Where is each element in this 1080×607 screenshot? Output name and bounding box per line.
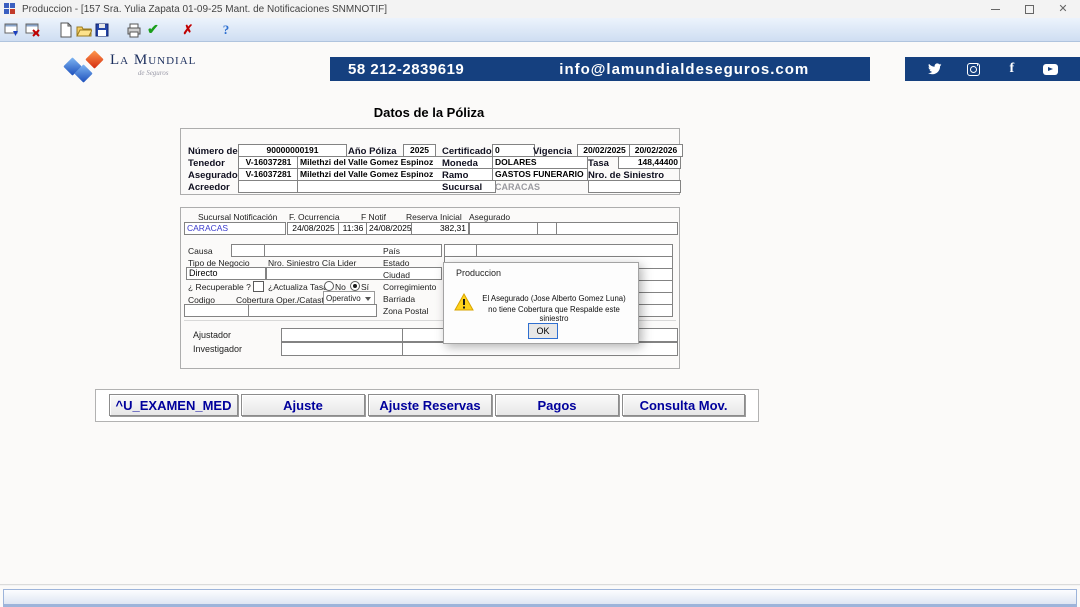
instagram-icon[interactable] xyxy=(964,61,982,77)
policy-groupbox: Número de 90000000191 Año Póliza 2025 Ce… xyxy=(180,128,680,195)
confirm-check-icon[interactable]: ✔ xyxy=(144,21,162,38)
corregimiento-label: Corregimiento xyxy=(383,282,436,292)
f-notif-label: F Notif xyxy=(361,212,386,222)
new-document-icon[interactable] xyxy=(57,21,75,38)
window-delete-icon[interactable] xyxy=(24,21,42,38)
close-button[interactable]: ✕ xyxy=(1046,0,1080,18)
estado-label: Estado xyxy=(383,258,409,268)
social-bar: f xyxy=(905,57,1080,81)
asegurado-code-field[interactable] xyxy=(469,222,538,235)
asegurado-small-field[interactable] xyxy=(537,222,557,235)
barriada-label: Barriada xyxy=(383,294,415,304)
title-bar: Produccion - [157 Sra. Yulia Zapata 01-0… xyxy=(0,0,1080,19)
codigo-field[interactable] xyxy=(184,304,249,317)
action-button-bar: ^U_EXAMEN_MED Ajuste Ajuste Reservas Pag… xyxy=(95,389,759,422)
window-screen-icon[interactable] xyxy=(3,21,21,38)
sucursal-notif-field[interactable]: CARACAS xyxy=(184,222,286,235)
consulta-mov-button[interactable]: Consulta Mov. xyxy=(622,394,745,416)
bottom-divider xyxy=(0,584,1080,586)
tenedor-label: Tenedor xyxy=(188,158,225,169)
sucursal-label: Sucursal xyxy=(442,182,482,193)
acreedor-id-field[interactable] xyxy=(238,180,299,193)
asegurado-notif-label: Asegurado xyxy=(469,212,510,222)
hora-field[interactable]: 11:36 xyxy=(338,222,368,235)
causa-desc-field[interactable] xyxy=(264,244,442,257)
f-ocurrencia-field[interactable]: 24/08/2025 xyxy=(287,222,340,235)
recuperable-label: ¿ Recuperable ? xyxy=(188,282,251,292)
ajuste-button[interactable]: Ajuste xyxy=(241,394,365,416)
reserva-field[interactable]: 382,31 xyxy=(411,222,469,235)
pais-label: País xyxy=(383,246,400,256)
tipo-negocio-field[interactable]: Directo xyxy=(186,267,266,280)
actualiza-no-radio[interactable] xyxy=(324,281,334,291)
logo-title: La Mundial xyxy=(110,52,196,69)
sucursal-notif-label: Sucursal Notificación xyxy=(198,212,277,222)
causa-code-field[interactable] xyxy=(231,244,265,257)
numero-label: Número de xyxy=(188,146,238,157)
application-window: Produccion - [157 Sra. Yulia Zapata 01-0… xyxy=(0,0,1080,607)
delete-x-icon[interactable]: ✗ xyxy=(179,21,197,38)
actualiza-si-radio[interactable] xyxy=(350,281,360,291)
twitter-icon[interactable] xyxy=(926,61,944,77)
window-title: Produccion - [157 Sra. Yulia Zapata 01-0… xyxy=(22,4,387,15)
nro-siniestro-field[interactable] xyxy=(588,180,681,193)
toolbar: ✔ ✗ ? xyxy=(0,18,1080,42)
ajustador-code-field[interactable] xyxy=(281,328,405,342)
ajuste-reservas-button[interactable]: Ajuste Reservas xyxy=(368,394,492,416)
ramo-field[interactable]: GASTOS FUNERARIO xyxy=(492,168,588,181)
youtube-icon[interactable] xyxy=(1041,61,1059,77)
asegurado-label: Asegurado xyxy=(188,170,238,181)
reserva-label: Reserva Inicial xyxy=(406,212,462,222)
tasa-label: Tasa xyxy=(588,158,609,169)
ok-button[interactable]: OK xyxy=(528,323,558,339)
app-icon xyxy=(4,3,16,15)
status-bar xyxy=(3,589,1077,607)
zona-postal-label: Zona Postal xyxy=(383,306,428,316)
ciudad-label: Ciudad xyxy=(383,270,410,280)
nro-siniestro-cia-field[interactable] xyxy=(266,267,442,280)
message-dialog: Produccion El Asegurado (Jose Alberto Go… xyxy=(443,262,639,344)
dialog-message-line2: no tiene Cobertura que Respalde este sin… xyxy=(474,305,634,323)
restore-button[interactable] xyxy=(1012,0,1046,18)
facebook-icon[interactable]: f xyxy=(1003,61,1021,77)
examen-med-button[interactable]: ^U_EXAMEN_MED xyxy=(109,394,238,416)
logo-subtitle: de Seguros xyxy=(110,69,196,77)
actualiza-tasa-label: ¿Actualiza Tasa xyxy=(268,282,328,292)
company-logo-text: La Mundial de Seguros xyxy=(110,52,196,77)
chevron-down-icon xyxy=(365,297,371,301)
phone-number: 58 212-2839619 xyxy=(348,61,464,78)
f-notif-field[interactable]: 24/08/2025 xyxy=(366,222,413,235)
investigador-name-field[interactable] xyxy=(402,342,678,356)
sucursal-value: CARACAS xyxy=(495,182,540,192)
f-ocurrencia-label: F. Ocurrencia xyxy=(289,212,340,222)
minimize-button[interactable] xyxy=(978,0,1012,18)
page-title: Datos de la Póliza xyxy=(329,105,529,120)
help-icon[interactable]: ? xyxy=(217,21,235,38)
warning-icon xyxy=(454,293,474,311)
contact-bar: 58 212-2839619 info@lamundialdeseguros.c… xyxy=(330,57,870,81)
company-logo-icon xyxy=(64,50,108,84)
asegurado-name-field[interactable] xyxy=(556,222,678,235)
causa-label: Causa xyxy=(188,246,213,256)
tasa-field[interactable]: 148,44400 xyxy=(618,156,681,169)
pagos-button[interactable]: Pagos xyxy=(495,394,619,416)
cobertura-value: Operativo xyxy=(326,294,361,303)
save-icon[interactable] xyxy=(93,21,111,38)
email-address: info@lamundialdeseguros.com xyxy=(559,61,809,78)
print-icon[interactable] xyxy=(125,21,143,38)
dialog-title: Produccion xyxy=(456,268,501,278)
cobertura-desc-field[interactable] xyxy=(248,304,377,317)
investigador-label: Investigador xyxy=(193,344,242,354)
acreedor-label: Acreedor xyxy=(188,182,230,193)
recuperable-checkbox[interactable] xyxy=(253,281,264,292)
ajustador-label: Ajustador xyxy=(193,330,231,340)
open-folder-icon[interactable] xyxy=(75,21,93,38)
investigador-code-field[interactable] xyxy=(281,342,405,356)
dialog-message-line1: El Asegurado (Jose Alberto Gomez Luna) xyxy=(474,294,634,303)
